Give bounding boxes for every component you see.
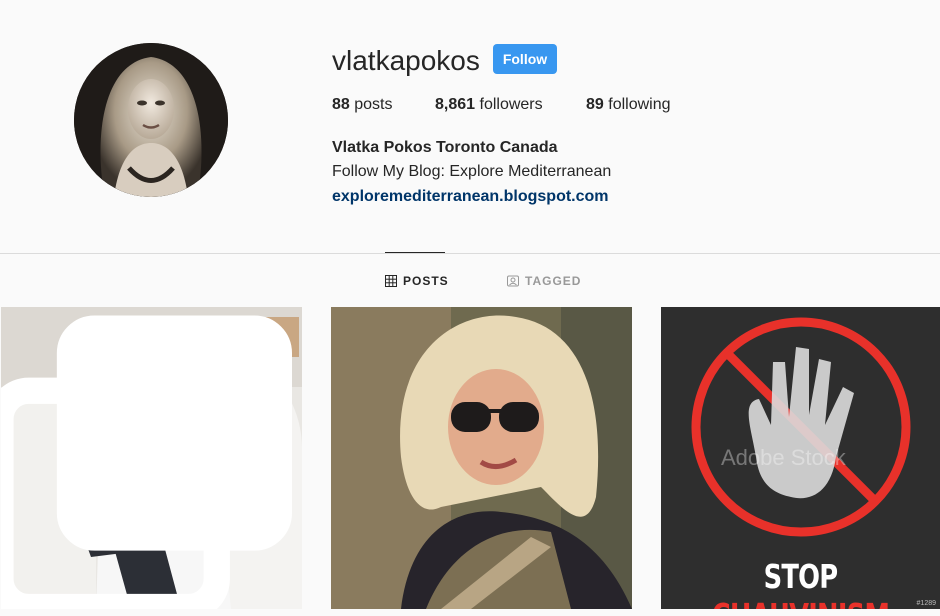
profile-website-link[interactable]: exploremediterranean.blogspot.com xyxy=(332,187,609,207)
grid-icon xyxy=(385,275,397,287)
tab-tagged-label: TAGGED xyxy=(525,274,582,288)
carousel-icon xyxy=(1,315,292,609)
post-image-2 xyxy=(331,307,632,609)
follow-button[interactable]: Follow xyxy=(493,44,557,74)
tab-posts-label: POSTS xyxy=(403,274,449,288)
posts-count: 88 posts xyxy=(332,95,393,115)
followers-link[interactable]: 8,861 followers xyxy=(435,95,543,115)
post-tile-2[interactable] xyxy=(331,307,632,609)
posts-count-label: posts xyxy=(354,96,393,113)
post-tile-1[interactable] xyxy=(1,307,302,609)
following-count-label: following xyxy=(608,96,671,113)
stop-chauvinism-caption: STOP CHAUVINISM xyxy=(692,557,910,609)
post-tile-3[interactable]: Adobe Stock STOP CHAUVINISM #1289 xyxy=(661,307,940,609)
caption-stop: STOP xyxy=(763,557,839,596)
stock-id-label: #1289 xyxy=(916,600,936,607)
following-count-value: 89 xyxy=(586,96,604,113)
tab-posts[interactable]: POSTS xyxy=(385,273,449,289)
profile-page: vlatkapokos Follow 88 posts 8,861 follow… xyxy=(0,0,940,616)
profile-full-name: Vlatka Pokos Toronto Canada xyxy=(332,139,558,156)
caption-chauvinism: CHAUVINISM xyxy=(712,596,890,609)
tab-tagged[interactable]: TAGGED xyxy=(507,273,581,289)
avatar-portrait xyxy=(74,43,228,197)
profile-bio: Follow My Blog: Explore Mediterranean xyxy=(332,163,612,180)
profile-avatar[interactable] xyxy=(74,43,228,197)
followers-count-value: 8,861 xyxy=(435,96,476,113)
following-link[interactable]: 89 following xyxy=(586,95,671,115)
followers-count-label: followers xyxy=(479,96,543,113)
profile-username: vlatkapokos xyxy=(332,45,480,76)
tag-portrait-icon xyxy=(507,275,519,287)
tabs-divider xyxy=(0,253,940,254)
stock-watermark: Adobe Stock xyxy=(721,445,846,470)
active-tab-indicator xyxy=(385,252,445,253)
posts-count-value: 88 xyxy=(332,96,350,113)
